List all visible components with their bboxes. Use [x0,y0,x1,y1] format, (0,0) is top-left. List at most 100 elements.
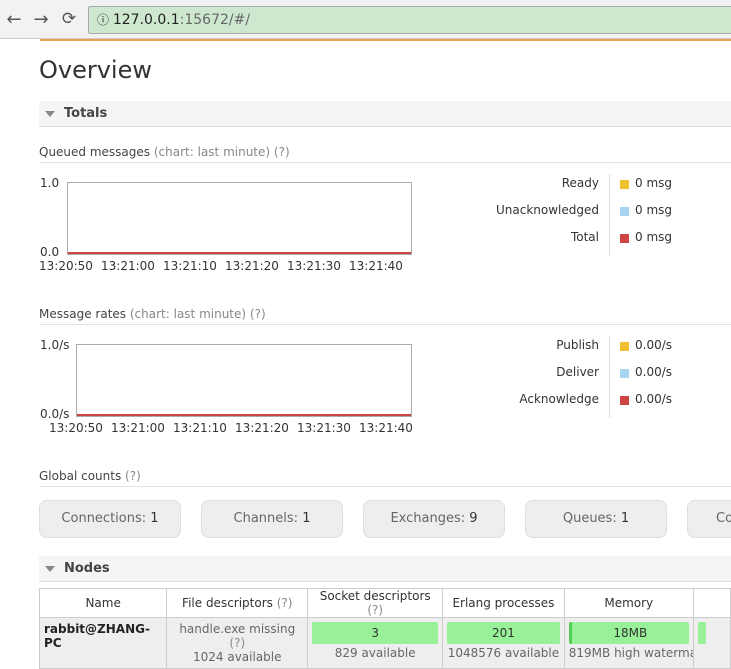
collapse-triangle-icon [45,566,55,572]
sockets-available: 829 available [334,646,416,660]
y-tick-top: 1.0 [40,176,60,190]
section-title: Nodes [64,561,110,576]
acknowledge-series-line [77,414,411,416]
help-link[interactable]: (chart: last minute) (?) [154,145,290,159]
erlang-processes-cell: 201 1048576 available [442,617,565,669]
url-host: 127.0.0.1 [112,12,180,28]
more-cell [692,617,731,669]
help-link[interactable]: (?) [277,596,293,610]
node-name[interactable]: rabbit@ZHANG-PC [38,617,168,669]
col-label: Socket descriptors [319,589,431,603]
legend-label: Deliver [556,365,599,379]
x-tick-label: 13:21:20 [235,421,289,435]
count-value: 9 [469,511,478,526]
divider [39,324,731,325]
help-link[interactable]: (?) [125,469,141,483]
y-tick-bottom: 0.0 [40,245,60,259]
x-tick-label: 13:21:00 [111,421,165,435]
legend-swatch [620,207,629,216]
col-file-descriptors: File descriptors (?) [166,588,309,618]
legend-label: Ready [561,176,599,190]
count-value: 1 [302,511,311,526]
col-label: File descriptors [182,596,273,610]
global-count-channels[interactable]: Channels: 1 [201,500,343,538]
col-erlang-processes: Erlang processes [442,588,565,618]
x-tick-label: 13:21:40 [349,259,403,273]
help-link[interactable]: (?) [367,603,383,617]
count-label: Channels: [233,511,299,526]
y-tick-top: 1.0/s [40,338,70,352]
legend-value: 0 msg [635,203,673,217]
file-descriptors-cell: handle.exe missing (?) 1024 available [166,617,309,669]
legend-divider [609,174,610,256]
x-tick-label: 13:21:20 [225,259,279,273]
message-rates-label: Message rates (chart: last minute) (?) [39,307,266,321]
col-more [692,588,731,618]
legend-divider [609,336,610,418]
legend-swatch [620,234,629,243]
browser-toolbar: ← → ⟳ ⓘ 127.0.0.1:15672/#/ [0,0,731,39]
global-count-queues[interactable]: Queues: 1 [525,500,667,538]
legend-value: 0.00/s [635,338,673,352]
legend-swatch [620,342,629,351]
collapse-triangle-icon [45,111,55,117]
global-counts-label: Global counts (?) [39,469,141,483]
help-link[interactable]: (chart: last minute) (?) [130,307,266,321]
fd-status: handle.exe missing [179,622,296,636]
memory-watermark: 819MB high watermark [568,646,693,660]
nodes-table: Name File descriptors (?) Socket descrip… [38,588,731,669]
x-tick-label: 13:21:30 [287,259,341,273]
total-series-line [68,252,411,254]
fd-available: 1024 available [193,650,282,664]
totals-section-header[interactable]: Totals [39,101,731,127]
col-socket-descriptors: Socket descriptors (?) [307,588,444,618]
label-text: Queued messages [39,145,151,159]
x-tick-label: 13:20:50 [39,259,93,273]
legend-value: 0 msg [635,176,673,190]
divider [39,486,731,487]
nodes-section-header[interactable]: Nodes [39,556,731,582]
x-tick-label: 13:21:10 [173,421,227,435]
legend-label: Acknowledge [519,392,599,406]
y-tick-bottom: 0.0/s [40,407,70,421]
legend-value: 0.00/s [635,392,673,406]
processes-bar: 201 [447,622,560,644]
count-label: Co [716,511,731,526]
col-memory: Memory [563,588,694,618]
legend-label: Publish [556,338,599,352]
memory-bar: 18MB [568,622,689,644]
queued-messages-chart [67,182,412,255]
legend-swatch [620,180,629,189]
disk-bar [697,622,706,644]
global-count-co[interactable]: Co [687,500,731,538]
queued-messages-label: Queued messages (chart: last minute) (?) [39,145,290,159]
col-name: Name [38,588,168,618]
help-link[interactable]: (?) [229,636,245,650]
count-value: 1 [150,511,159,526]
legend-label: Unacknowledged [495,203,599,217]
table-header-row: Name File descriptors (?) Socket descrip… [38,588,731,618]
legend-value: 0 msg [635,230,673,244]
count-label: Queues: [562,511,617,526]
message-rates-chart [76,344,412,417]
address-bar[interactable]: ⓘ 127.0.0.1:15672/#/ [88,6,731,34]
x-tick-label: 13:21:40 [359,421,413,435]
global-count-exchanges[interactable]: Exchanges: 9 [363,500,505,538]
count-label: Connections: [61,511,147,526]
section-title: Totals [64,106,108,121]
global-count-connections[interactable]: Connections: 1 [39,500,181,538]
reload-icon[interactable]: ⟳ [59,9,79,29]
count-value: 1 [620,511,630,526]
x-tick-label: 13:21:10 [163,259,217,273]
info-icon: ⓘ [97,13,113,27]
back-icon[interactable]: ← [4,9,24,30]
forward-icon[interactable]: → [31,9,51,30]
socket-descriptors-cell: 3 829 available [307,617,444,669]
x-tick-label: 13:20:50 [49,421,103,435]
url-path: :15672/#/ [179,12,251,28]
count-label: Exchanges: [390,511,466,526]
page-title: Overview [39,56,152,84]
label-text: Message rates [39,307,127,321]
table-row[interactable]: rabbit@ZHANG-PC handle.exe missing (?) 10… [38,617,731,669]
legend-swatch [620,396,629,405]
